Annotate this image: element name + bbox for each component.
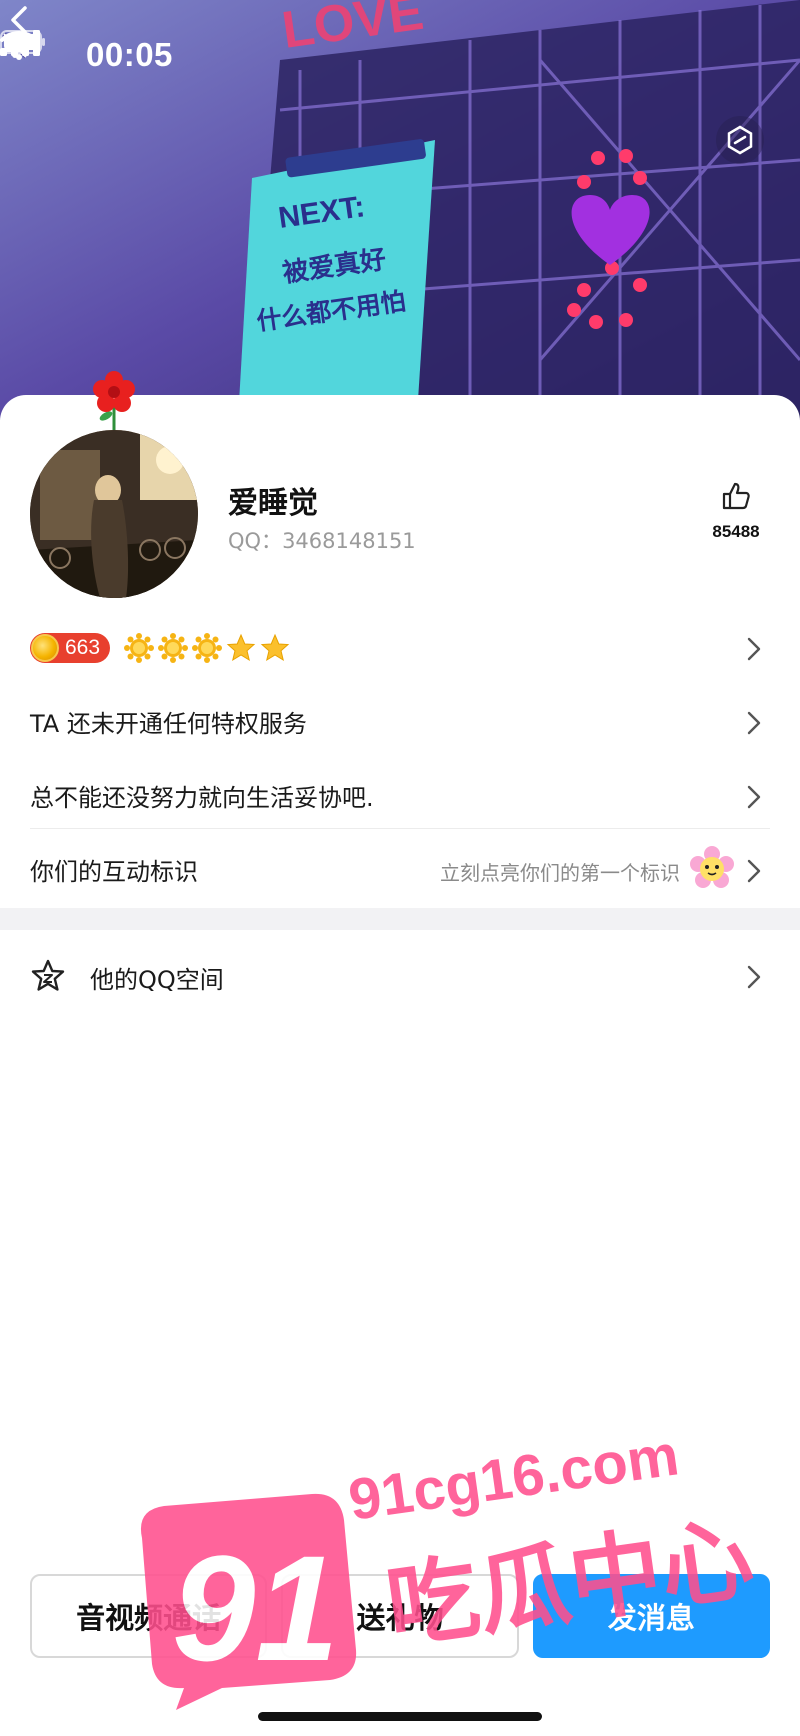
chevron-right-icon — [747, 965, 761, 989]
red-flower-icon — [93, 371, 135, 430]
signature-label: 总不能还没努力就向生活妥协吧. — [30, 784, 374, 812]
avatar[interactable] — [30, 430, 198, 598]
level-number: 663 — [65, 636, 101, 659]
send-gift-button[interactable]: 送礼物 — [281, 1574, 519, 1658]
sun-level-icon — [192, 633, 223, 663]
avatar-container[interactable] — [30, 371, 198, 598]
level-badges: 663 — [30, 628, 294, 668]
level-icons — [124, 633, 294, 663]
coin-icon — [31, 634, 59, 662]
interaction-mascot-icon — [690, 846, 734, 888]
status-time: 00:05 — [86, 36, 173, 73]
profile-name: 爱睡觉 — [228, 486, 318, 521]
level-row[interactable]: 663 — [0, 610, 800, 684]
chevron-right-icon — [747, 711, 761, 735]
level-badge: 663 — [30, 633, 111, 663]
chevron-right-icon — [747, 785, 761, 809]
section-gap — [0, 908, 800, 930]
qzone-row[interactable]: 他的QQ空间 — [0, 940, 800, 1010]
home-indicator[interactable] — [258, 1712, 542, 1721]
privilege-row[interactable]: TA 还未开通任何特权服务 — [0, 684, 800, 758]
send-message-button[interactable]: 发消息 — [532, 1574, 770, 1658]
like-button[interactable]: 85488 — [706, 480, 766, 542]
cover-photo: LOVE NEXT: 被爱真好 什么都不用怕 00:05 — [0, 0, 800, 420]
thumbs-up-icon — [722, 482, 750, 510]
more-options-button[interactable] — [716, 116, 764, 164]
chevron-right-icon — [747, 859, 761, 883]
sun-level-icon — [124, 633, 155, 663]
divider — [30, 828, 770, 829]
status-bar: 00:05 — [0, 30, 800, 80]
interaction-hint: 立刻点亮你们的第一个标识 — [440, 861, 680, 885]
qzone-label: 他的QQ空间 — [90, 966, 224, 994]
signature-row[interactable]: 总不能还没努力就向生活妥协吧. — [0, 758, 800, 832]
qq-number-line: QQ：3468148151 — [228, 525, 416, 555]
video-call-button[interactable]: 音视频通话 — [30, 1574, 268, 1658]
star-level-icon — [260, 633, 290, 662]
avatar-photo — [30, 430, 198, 598]
chevron-right-icon — [747, 637, 761, 661]
back-arrow-icon[interactable] — [0, 0, 40, 40]
hexagon-icon — [727, 125, 753, 155]
privilege-label: TA 还未开通任何特权服务 — [30, 710, 307, 738]
action-bar: 音视频通话 送礼物 发消息 — [30, 1574, 770, 1658]
interaction-row[interactable]: 你们的互动标识 立刻点亮你们的第一个标识 — [0, 832, 800, 906]
star-level-icon — [226, 633, 256, 662]
sun-level-icon — [158, 633, 189, 663]
interaction-label: 你们的互动标识 — [30, 858, 198, 886]
like-count: 85488 — [712, 522, 760, 541]
qq-number: 3468148151 — [282, 529, 416, 553]
qzone-star-icon — [31, 959, 65, 991]
qq-label: QQ： — [228, 529, 283, 553]
